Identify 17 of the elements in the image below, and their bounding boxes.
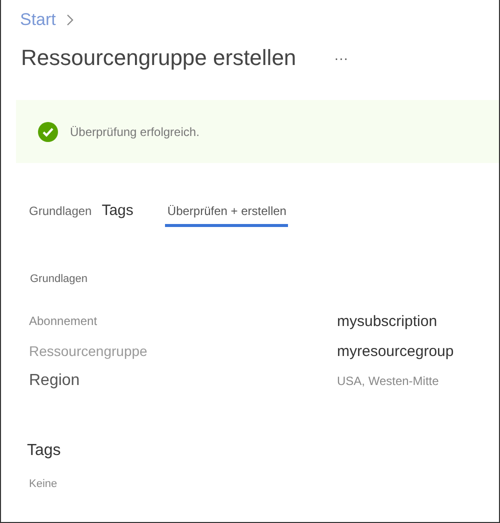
field-label: Region (29, 372, 80, 390)
more-button[interactable]: ··· (330, 50, 352, 66)
check-circle-icon (38, 122, 58, 142)
tab[interactable]: Tags (102, 197, 134, 227)
tab[interactable]: Grundlagen (29, 197, 92, 227)
field-value: myresourcegroup (337, 342, 455, 360)
field-value: USA, Westen-Mitte (337, 374, 440, 388)
field-value: mysubscription (337, 312, 438, 330)
banner-message: Überprüfung erfolgreich. (70, 124, 200, 138)
page-title: Ressourcengruppe erstellen (21, 45, 296, 71)
field-label: Abonnement (29, 314, 98, 328)
field-label: Ressourcengruppe (29, 343, 148, 359)
field-value: Keine (29, 478, 58, 490)
chevron-right-icon (66, 14, 74, 26)
section-heading: Grundlagen (30, 273, 88, 285)
section-heading: Tags (27, 442, 62, 460)
tab[interactable]: Überprüfen + erstellen (165, 197, 288, 227)
